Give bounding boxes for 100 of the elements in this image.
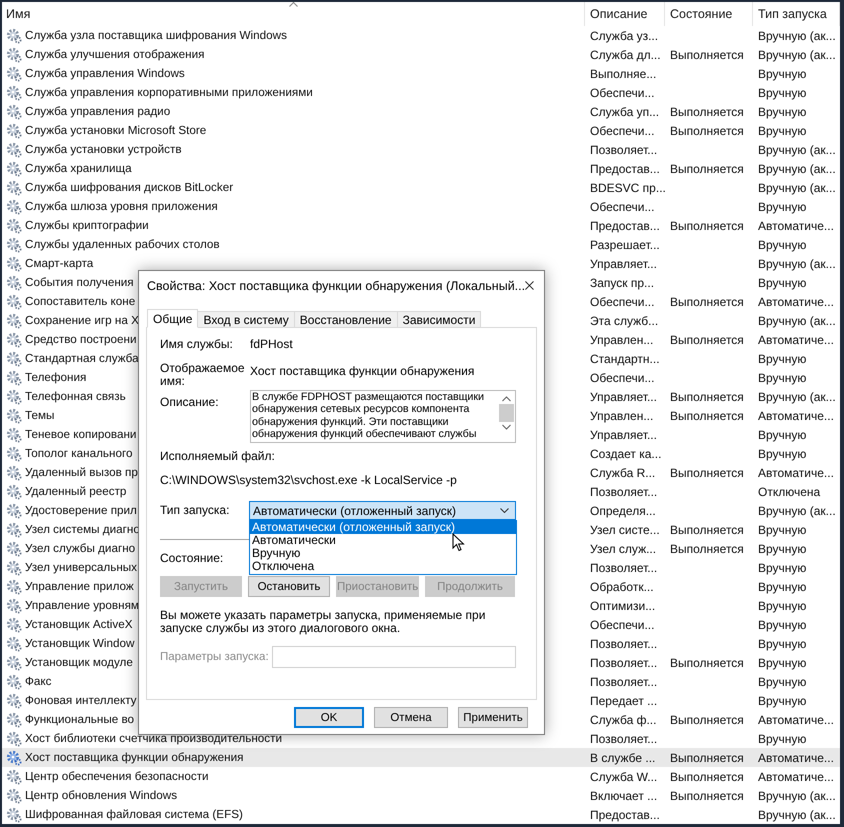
description-cell-text: Обеспечи... bbox=[589, 294, 656, 310]
startup-type-cell-text: Автоматиче... bbox=[757, 464, 835, 482]
startup-type-cell-text: Вручную bbox=[757, 598, 808, 614]
service-name: Телефонная связь bbox=[25, 390, 126, 403]
service-name: Служба хранилища bbox=[25, 162, 132, 175]
description-cell-text: Узел систе... bbox=[589, 522, 661, 538]
service-name: Сопоставитель коне bbox=[25, 295, 136, 308]
description-cell-text: Обработк... bbox=[589, 578, 655, 596]
display-name-value: Хост поставщика функции обнаружения bbox=[250, 364, 474, 378]
field-label: Описание: bbox=[160, 396, 220, 409]
service-name: Узел универсальных bbox=[25, 561, 138, 574]
service-name: Центр обновления Windows bbox=[25, 789, 178, 802]
startup-type-cell-text: Вручную bbox=[757, 540, 808, 558]
startup-type-cell-text: Вручную bbox=[757, 198, 808, 216]
status-cell-text: Выполняется bbox=[669, 654, 745, 672]
service-name: Служба управления радио bbox=[25, 105, 170, 118]
status-cell-text: Выполняется bbox=[669, 294, 745, 310]
startup-type-cell-text: Вручную bbox=[757, 350, 808, 368]
service-name: Шифрованная файловая система (EFS) bbox=[25, 808, 243, 821]
service-name: Служба улучшения отображения bbox=[25, 48, 204, 61]
service-name: Теневое копировани bbox=[25, 428, 136, 441]
description-cell-text: Позволяет... bbox=[589, 560, 658, 576]
description-cell-text: Создает ка... bbox=[589, 446, 662, 462]
startup-type-cell-text: Вручную (ак... bbox=[757, 160, 837, 178]
startup-type-cell-text: Отключена bbox=[757, 484, 822, 500]
startup-type-cell-text: Вручную bbox=[757, 84, 808, 102]
startup-type-cell-text: Автоматиче... bbox=[757, 218, 835, 234]
service-name: Служба управления корпоративными приложениями bbox=[25, 86, 313, 99]
status-cell-text: Выполняется bbox=[669, 160, 745, 178]
startup-type-cell-text: Автоматиче... bbox=[757, 294, 835, 310]
description-cell-text: Позволяет... bbox=[589, 730, 658, 748]
service-name: Фоновая интеллекту bbox=[25, 694, 137, 707]
description-cell-text: Позволяет... bbox=[589, 636, 658, 652]
startup-type-cell-text: Вручную bbox=[757, 446, 808, 462]
service-name: Служба управления Windows bbox=[25, 67, 185, 80]
startup-type-cell-text: Вручную bbox=[757, 370, 808, 386]
service-name: Телефония bbox=[25, 371, 86, 384]
service-name: Сохранение игр на X bbox=[25, 314, 139, 327]
status-cell-text: Выполняется bbox=[669, 122, 745, 140]
startup-type-cell-text: Вручную (ак... bbox=[757, 142, 837, 158]
startup-type-cell-text: Автоматиче... bbox=[757, 768, 835, 786]
service-name: Служба установки Microsoft Store bbox=[25, 124, 206, 137]
service-name: Центр обеспечения безопасности bbox=[25, 770, 209, 783]
description-cell-text: Стандартн... bbox=[589, 350, 661, 368]
field-label: Тип запуска: bbox=[160, 504, 230, 517]
startup-type-cell-text: Вручную bbox=[757, 122, 808, 140]
startup-type-cell-text: Вручную bbox=[757, 636, 808, 652]
startup-type-cell-text: Вручную bbox=[757, 654, 808, 672]
startup-type-cell-text: Вручную bbox=[757, 104, 808, 120]
startup-type-cell-text: Вручную bbox=[757, 578, 808, 596]
description-cell-text: Обеспечи... bbox=[589, 616, 656, 634]
status-cell-text: Выполняется bbox=[669, 218, 745, 234]
description-cell-text: Предостав... bbox=[589, 218, 661, 234]
service-name: Смарт-карта bbox=[25, 257, 94, 270]
description-cell-text: Управляет... bbox=[589, 256, 658, 272]
service-name: Служба шлюза уровня приложения bbox=[25, 200, 218, 213]
status-cell-text: Выполняется bbox=[669, 408, 745, 424]
description-cell-text: Запуск пр... bbox=[589, 274, 656, 292]
startup-type-cell-text: Вручную (ак... bbox=[757, 256, 837, 272]
startup-type-cell-text: Вручную (ак... bbox=[757, 312, 837, 330]
description-cell-text: Предостав... bbox=[589, 806, 661, 824]
startup-type-cell-text: Вручную bbox=[757, 66, 808, 82]
service-name: Хост библиотеки счетчика производительности bbox=[25, 732, 282, 745]
field-label: Имя службы: bbox=[160, 338, 234, 350]
service-name: Узел службы диагно bbox=[25, 542, 136, 555]
status-cell-text: Выполняется bbox=[669, 46, 745, 64]
startup-type-cell-text: Вручную (ак... bbox=[757, 180, 837, 196]
description-cell-text: Позволяет... bbox=[589, 674, 658, 690]
description-cell-text: Предостав... bbox=[589, 160, 661, 178]
status-cell-text: Выполняется bbox=[669, 522, 745, 538]
startup-type-cell-text: Вручную bbox=[757, 674, 808, 690]
description-cell-text: В службе ... bbox=[589, 750, 656, 766]
service-name: Тополог канального bbox=[25, 447, 132, 460]
startup-type-cell-text: Вручную bbox=[757, 426, 808, 444]
description-cell-text: Передает ... bbox=[589, 692, 658, 710]
service-name: Управление прилож bbox=[25, 580, 134, 593]
description-cell-text: Узел служ... bbox=[589, 540, 658, 558]
startup-type-cell-text: Автоматиче... bbox=[757, 408, 835, 424]
service-name: Факс bbox=[25, 675, 52, 688]
description-cell-text: BDESVC пр... bbox=[589, 180, 665, 196]
description-cell-text: Управляет... bbox=[589, 388, 658, 406]
status-cell-text: Выполняется bbox=[669, 788, 745, 804]
service-name: Служба узла поставщика шифрования Windows bbox=[25, 29, 287, 42]
description-cell-text: Служба уз... bbox=[589, 28, 660, 44]
status-cell-text: Выполняется bbox=[669, 768, 745, 786]
status-cell-text: Выполняется bbox=[669, 750, 745, 766]
startup-type-cell-text: Вручную bbox=[757, 692, 808, 710]
hint-text: Вы можете указать параметры запуска, применяемые при запуске службы из этого диалогового окна. bbox=[160, 609, 486, 635]
description-cell-text: Эта служб... bbox=[589, 312, 660, 330]
startup-type-cell-text: Вручную bbox=[757, 560, 808, 576]
startup-type-cell-text: Вручную (ак... bbox=[757, 46, 837, 64]
description-cell-text: Служба уп... bbox=[589, 104, 660, 120]
service-name: Удостоверение прил bbox=[25, 504, 137, 517]
description-cell-text: Служба W... bbox=[589, 768, 658, 786]
description-cell-text: Оптимизи... bbox=[589, 598, 656, 614]
startup-type-cell-text: Автоматиче... bbox=[757, 712, 835, 728]
description-cell-text: Служба дл... bbox=[589, 46, 662, 64]
description-cell-text: Служба ф... bbox=[589, 712, 658, 728]
service-name: Установщик модуле bbox=[25, 656, 133, 669]
status-cell-text: Выполняется bbox=[669, 104, 745, 120]
